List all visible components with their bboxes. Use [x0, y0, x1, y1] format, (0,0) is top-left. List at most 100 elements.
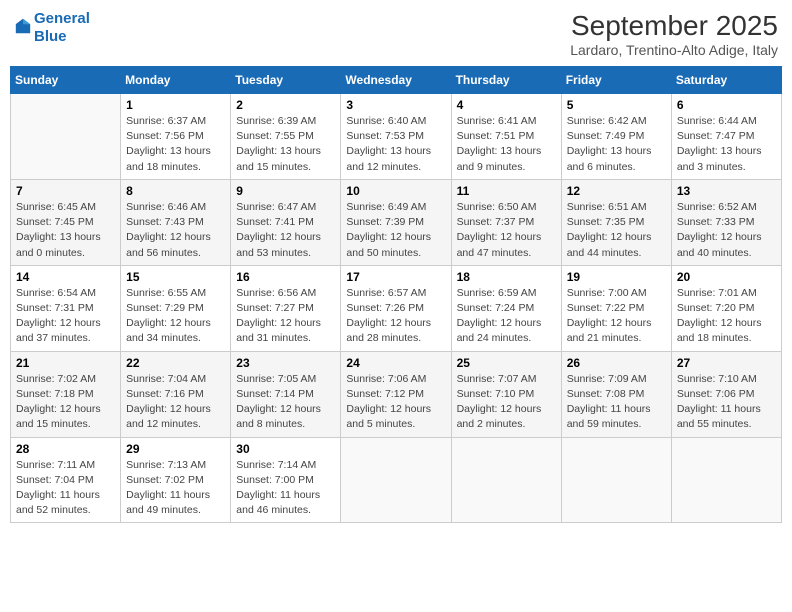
calendar-cell: 1Sunrise: 6:37 AMSunset: 7:56 PMDaylight…: [121, 94, 231, 180]
day-number: 20: [677, 270, 776, 284]
day-number: 27: [677, 356, 776, 370]
day-number: 12: [567, 184, 666, 198]
day-number: 3: [346, 98, 445, 112]
day-number: 29: [126, 442, 225, 456]
calendar-cell: 5 Sunrise: 6:42 AMSunset: 7:49 PMDaylight…: [561, 94, 671, 180]
logo-line2: Blue: [34, 28, 67, 45]
day-info: Sunrise: 7:05 AMSunset: 7:14 PMDaylight:…: [236, 372, 335, 433]
calendar-table: SundayMondayTuesdayWednesdayThursdayFrid…: [10, 66, 782, 523]
day-info: Sunrise: 6:59 AMSunset: 7:24 PMDaylight:…: [457, 286, 556, 347]
day-info: Sunrise: 6:50 AMSunset: 7:37 PMDaylight:…: [457, 200, 556, 261]
day-info: Sunrise: 6:52 AMSunset: 7:33 PMDaylight:…: [677, 200, 776, 261]
week-row-5: 28 Sunrise: 7:11 AMSunset: 7:04 PMDayligh…: [11, 437, 782, 523]
calendar-cell: 2 Sunrise: 6:39 AMSunset: 7:55 PMDaylight…: [231, 94, 341, 180]
day-info: Sunrise: 7:00 AMSunset: 7:22 PMDaylight:…: [567, 286, 666, 347]
calendar-cell: 15Sunrise: 6:55 AMSunset: 7:29 PMDayligh…: [121, 265, 231, 351]
day-number: 9: [236, 184, 335, 198]
day-number: 5: [567, 98, 666, 112]
day-number: 7: [16, 184, 115, 198]
day-info: Sunrise: 7:10 AMSunset: 7:06 PMDaylight:…: [677, 372, 776, 433]
day-info: Sunrise: 6:46 AMSunset: 7:43 PMDaylight:…: [126, 200, 225, 261]
calendar-cell: 23 Sunrise: 7:05 AMSunset: 7:14 PMDayligh…: [231, 351, 341, 437]
header-day-sunday: Sunday: [11, 67, 121, 94]
day-number: 19: [567, 270, 666, 284]
day-number: 21: [16, 356, 115, 370]
calendar-cell: 4Sunrise: 6:41 AMSunset: 7:51 PMDaylight…: [451, 94, 561, 180]
day-info: Sunrise: 6:39 AMSunset: 7:55 PMDaylight:…: [236, 114, 335, 175]
calendar-cell: 9 Sunrise: 6:47 AMSunset: 7:41 PMDaylight…: [231, 179, 341, 265]
day-number: 24: [346, 356, 445, 370]
week-row-2: 7 Sunrise: 6:45 AMSunset: 7:45 PMDaylight…: [11, 179, 782, 265]
day-info: Sunrise: 6:55 AMSunset: 7:29 PMDaylight:…: [126, 286, 225, 347]
header-day-wednesday: Wednesday: [341, 67, 451, 94]
day-number: 25: [457, 356, 556, 370]
week-row-3: 14 Sunrise: 6:54 AMSunset: 7:31 PMDayligh…: [11, 265, 782, 351]
calendar-body: 1Sunrise: 6:37 AMSunset: 7:56 PMDaylight…: [11, 94, 782, 523]
day-info: Sunrise: 6:40 AMSunset: 7:53 PMDaylight:…: [346, 114, 445, 175]
calendar-cell: 18 Sunrise: 6:59 AMSunset: 7:24 PMDayligh…: [451, 265, 561, 351]
day-number: 1: [126, 98, 225, 112]
day-info: Sunrise: 7:04 AMSunset: 7:16 PMDaylight:…: [126, 372, 225, 433]
day-info: Sunrise: 7:14 AMSunset: 7:00 PMDaylight:…: [236, 458, 335, 519]
header-day-tuesday: Tuesday: [231, 67, 341, 94]
day-number: 4: [457, 98, 556, 112]
calendar-cell: 25 Sunrise: 7:07 AMSunset: 7:10 PMDayligh…: [451, 351, 561, 437]
calendar-cell: 20 Sunrise: 7:01 AMSunset: 7:20 PMDayligh…: [671, 265, 781, 351]
day-info: Sunrise: 6:44 AMSunset: 7:47 PMDaylight:…: [677, 114, 776, 175]
day-info: Sunrise: 6:49 AMSunset: 7:39 PMDaylight:…: [346, 200, 445, 261]
calendar-cell: 22 Sunrise: 7:04 AMSunset: 7:16 PMDayligh…: [121, 351, 231, 437]
calendar-cell: 16 Sunrise: 6:56 AMSunset: 7:27 PMDayligh…: [231, 265, 341, 351]
day-number: 14: [16, 270, 115, 284]
day-info: Sunrise: 7:06 AMSunset: 7:12 PMDaylight:…: [346, 372, 445, 433]
day-info: Sunrise: 7:02 AMSunset: 7:18 PMDaylight:…: [16, 372, 115, 433]
header-day-monday: Monday: [121, 67, 231, 94]
day-info: Sunrise: 7:11 AMSunset: 7:04 PMDaylight:…: [16, 458, 115, 519]
calendar-cell: 19 Sunrise: 7:00 AMSunset: 7:22 PMDayligh…: [561, 265, 671, 351]
day-number: 18: [457, 270, 556, 284]
day-info: Sunrise: 7:09 AMSunset: 7:08 PMDaylight:…: [567, 372, 666, 433]
calendar-cell: 29 Sunrise: 7:13 AMSunset: 7:02 PMDayligh…: [121, 437, 231, 523]
day-info: Sunrise: 7:13 AMSunset: 7:02 PMDaylight:…: [126, 458, 225, 519]
day-info: Sunrise: 6:42 AMSunset: 7:49 PMDaylight:…: [567, 114, 666, 175]
calendar-cell: 12 Sunrise: 6:51 AMSunset: 7:35 PMDayligh…: [561, 179, 671, 265]
page-header: General Blue September 2025 Lardaro, Tre…: [10, 10, 782, 58]
day-number: 17: [346, 270, 445, 284]
day-info: Sunrise: 6:45 AMSunset: 7:45 PMDaylight:…: [16, 200, 115, 261]
calendar-cell: 11 Sunrise: 6:50 AMSunset: 7:37 PMDayligh…: [451, 179, 561, 265]
header-day-thursday: Thursday: [451, 67, 561, 94]
day-info: Sunrise: 7:01 AMSunset: 7:20 PMDaylight:…: [677, 286, 776, 347]
day-number: 23: [236, 356, 335, 370]
calendar-cell: 21 Sunrise: 7:02 AMSunset: 7:18 PMDayligh…: [11, 351, 121, 437]
header-row: SundayMondayTuesdayWednesdayThursdayFrid…: [11, 67, 782, 94]
calendar-cell: [341, 437, 451, 523]
day-number: 28: [16, 442, 115, 456]
day-info: Sunrise: 6:56 AMSunset: 7:27 PMDaylight:…: [236, 286, 335, 347]
day-number: 6: [677, 98, 776, 112]
calendar-cell: 6 Sunrise: 6:44 AMSunset: 7:47 PMDaylight…: [671, 94, 781, 180]
day-number: 11: [457, 184, 556, 198]
week-row-1: 1Sunrise: 6:37 AMSunset: 7:56 PMDaylight…: [11, 94, 782, 180]
day-number: 22: [126, 356, 225, 370]
title-block: September 2025 Lardaro, Trentino-Alto Ad…: [570, 10, 778, 58]
logo-line1: General: [34, 10, 90, 27]
subtitle: Lardaro, Trentino-Alto Adige, Italy: [570, 42, 778, 58]
day-number: 30: [236, 442, 335, 456]
day-info: Sunrise: 6:57 AMSunset: 7:26 PMDaylight:…: [346, 286, 445, 347]
logo: General Blue: [14, 10, 90, 46]
day-number: 16: [236, 270, 335, 284]
day-number: 8: [126, 184, 225, 198]
calendar-cell: 17 Sunrise: 6:57 AMSunset: 7:26 PMDayligh…: [341, 265, 451, 351]
day-info: Sunrise: 6:47 AMSunset: 7:41 PMDaylight:…: [236, 200, 335, 261]
calendar-cell: 26Sunrise: 7:09 AMSunset: 7:08 PMDayligh…: [561, 351, 671, 437]
day-number: 2: [236, 98, 335, 112]
header-day-saturday: Saturday: [671, 67, 781, 94]
day-info: Sunrise: 6:51 AMSunset: 7:35 PMDaylight:…: [567, 200, 666, 261]
day-number: 13: [677, 184, 776, 198]
day-info: Sunrise: 7:07 AMSunset: 7:10 PMDaylight:…: [457, 372, 556, 433]
day-info: Sunrise: 6:54 AMSunset: 7:31 PMDaylight:…: [16, 286, 115, 347]
calendar-cell: 7 Sunrise: 6:45 AMSunset: 7:45 PMDaylight…: [11, 179, 121, 265]
calendar-cell: [561, 437, 671, 523]
calendar-cell: [11, 94, 121, 180]
calendar-cell: 30 Sunrise: 7:14 AMSunset: 7:00 PMDayligh…: [231, 437, 341, 523]
calendar-cell: 27 Sunrise: 7:10 AMSunset: 7:06 PMDayligh…: [671, 351, 781, 437]
